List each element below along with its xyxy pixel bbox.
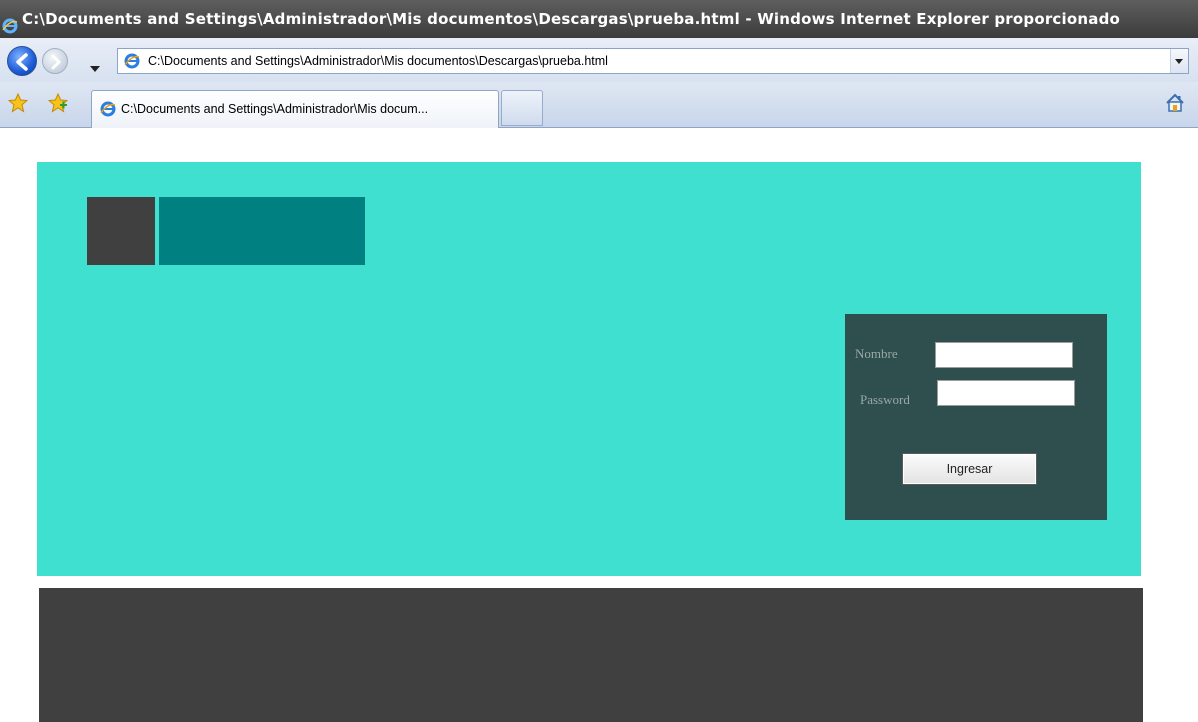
- tab-bar: C:\Documents and Settings\Administrador\…: [0, 82, 1198, 128]
- nombre-input[interactable]: [935, 342, 1073, 368]
- address-field[interactable]: C:\Documents and Settings\Administrador\…: [117, 48, 1189, 74]
- window-title: C:\Documents and Settings\Administrador\…: [22, 10, 1121, 28]
- password-label: Password: [860, 392, 910, 407]
- page-footer: [39, 588, 1143, 722]
- chevron-down-icon: [90, 66, 100, 72]
- arrow-right-icon: [51, 54, 61, 70]
- recent-pages-dropdown[interactable]: [90, 57, 100, 76]
- address-dropdown-button[interactable]: [1170, 49, 1188, 73]
- new-tab-button[interactable]: [501, 90, 543, 126]
- ingresar-button[interactable]: Ingresar: [902, 453, 1037, 485]
- ie-logo-icon: [2, 10, 18, 38]
- chevron-down-icon: [1175, 59, 1183, 64]
- nombre-label: Nombre: [855, 346, 898, 361]
- password-input[interactable]: [937, 380, 1075, 406]
- back-button[interactable]: [7, 46, 37, 76]
- window-title-bar: C:\Documents and Settings\Administrador\…: [0, 0, 1198, 38]
- page-icon: [100, 101, 116, 121]
- arrow-left-icon: [16, 53, 28, 71]
- tab-label: C:\Documents and Settings\Administrador\…: [121, 102, 429, 116]
- address-toolbar: C:\Documents and Settings\Administrador\…: [0, 38, 1198, 82]
- login-panel: Nombre Password Ingresar: [845, 314, 1107, 520]
- page-header: Nombre Password Ingresar: [37, 162, 1141, 576]
- favorites-star-icon[interactable]: [7, 92, 29, 117]
- add-favorites-icon[interactable]: [47, 92, 69, 117]
- forward-button[interactable]: [42, 48, 68, 74]
- tab-prueba[interactable]: C:\Documents and Settings\Administrador\…: [91, 90, 499, 128]
- logo-dark-block: [87, 197, 155, 265]
- address-url[interactable]: C:\Documents and Settings\Administrador\…: [148, 49, 608, 73]
- home-icon[interactable]: [1164, 92, 1186, 118]
- logo-teal-block: [159, 197, 365, 265]
- page-icon: [124, 53, 140, 73]
